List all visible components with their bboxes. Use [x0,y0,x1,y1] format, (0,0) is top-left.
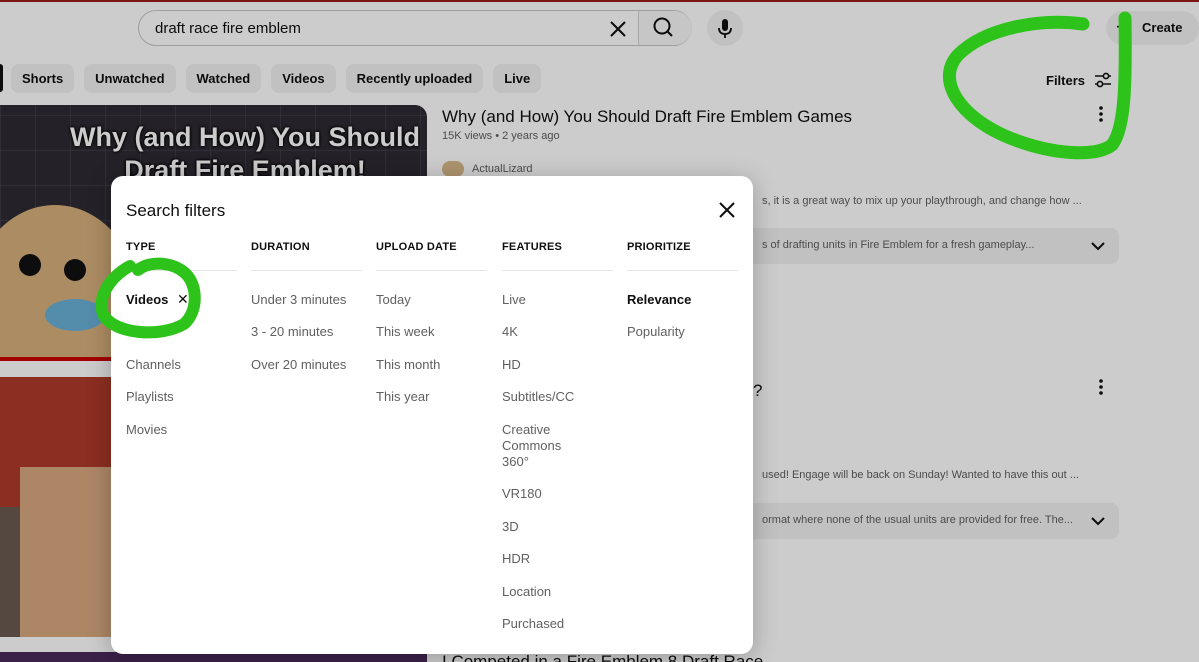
column-heading: PRIORITIZE [627,241,738,271]
filter-option-playlists[interactable]: Playlists [126,389,237,421]
filter-option-location[interactable]: Location [502,584,613,616]
remove-filter-icon[interactable]: ✕ [177,291,189,307]
filter-option-popularity[interactable]: Popularity [627,324,738,356]
filter-option-hd[interactable]: HD [502,357,613,389]
dialog-title: Search filters [126,201,226,220]
filter-option-under-3-minutes[interactable]: Under 3 minutes [251,292,362,324]
column-heading: FEATURES [502,241,613,271]
filter-column-features: FEATURES Live 4K HD Subtitles/CC Creativ… [502,241,613,648]
filter-option-creative-commons[interactable]: Creative Commons [502,422,613,454]
filter-option-today[interactable]: Today [376,292,487,324]
filter-option-hdr[interactable]: HDR [502,551,613,583]
filter-column-upload-date: UPLOAD DATE Today This week This month T… [376,241,487,422]
filter-option-this-week[interactable]: This week [376,324,487,356]
filter-option-movies[interactable]: Movies [126,422,237,454]
dialog-close-button[interactable] [715,198,739,222]
column-heading: DURATION [251,241,362,271]
filter-column-type: TYPE Videos ✕ Shorts Channels Playlists M… [126,241,237,454]
filter-option-vr180[interactable]: VR180 [502,486,613,518]
filter-option-videos[interactable]: Videos ✕ [126,291,237,324]
close-icon [719,202,735,218]
filter-option-channels[interactable]: Channels [126,357,237,389]
filter-option-360[interactable]: 360° [502,454,613,486]
filter-column-duration: DURATION Under 3 minutes 3 - 20 minutes … [251,241,362,389]
filter-option-purchased[interactable]: Purchased [502,616,613,648]
filter-option-3d[interactable]: 3D [502,519,613,551]
filter-column-prioritize: PRIORITIZE Relevance Popularity [627,241,738,357]
column-heading: UPLOAD DATE [376,241,487,271]
filter-option-this-year[interactable]: This year [376,389,487,421]
filter-option-live[interactable]: Live [502,292,613,324]
column-heading: TYPE [126,241,237,271]
filter-option-3-20-minutes[interactable]: 3 - 20 minutes [251,324,362,356]
filter-option-subtitles[interactable]: Subtitles/CC [502,389,613,421]
search-filters-dialog: Search filters TYPE Videos ✕ Shorts Chann… [111,176,753,654]
filter-option-shorts[interactable]: Shorts [126,324,237,356]
filter-option-4k[interactable]: 4K [502,324,613,356]
filter-option-relevance[interactable]: Relevance [627,292,738,324]
filter-option-this-month[interactable]: This month [376,357,487,389]
filter-option-over-20-minutes[interactable]: Over 20 minutes [251,357,362,389]
